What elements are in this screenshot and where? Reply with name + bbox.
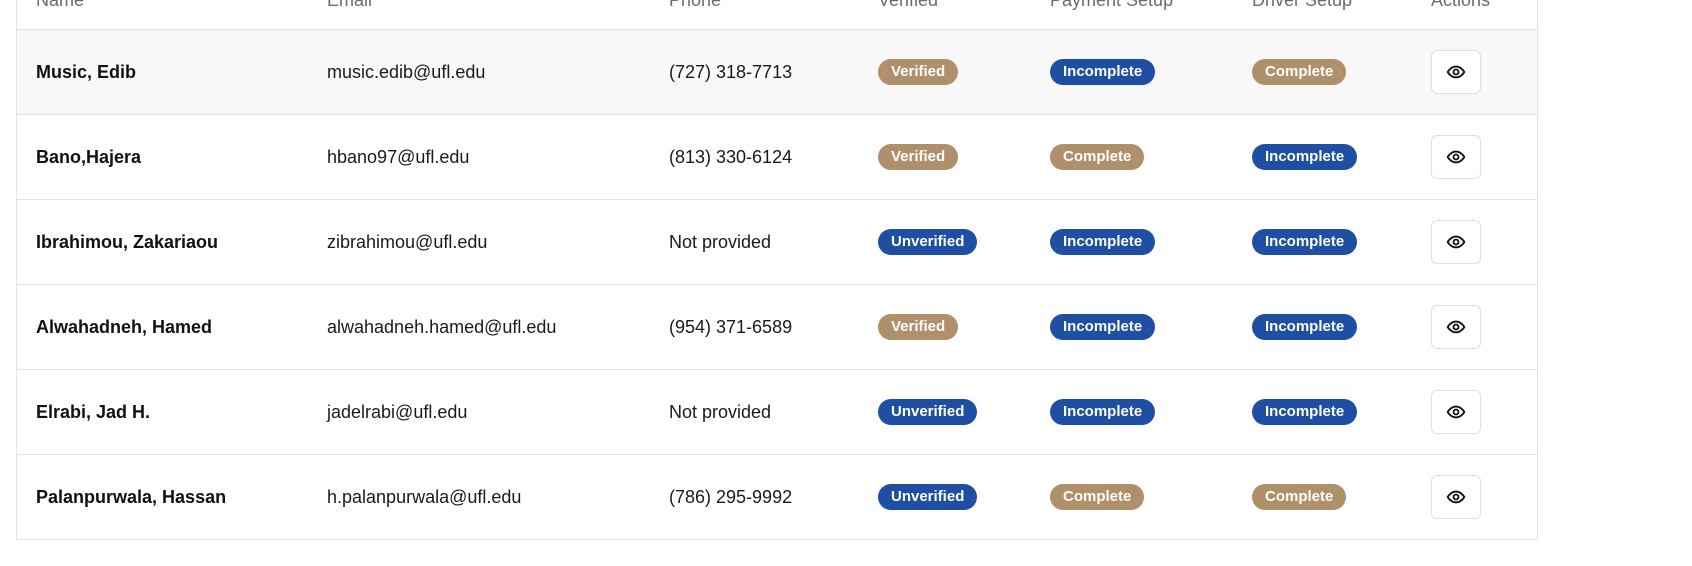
header-verified[interactable]: Verified bbox=[878, 0, 938, 11]
verified-status-badge: Unverified bbox=[878, 229, 978, 255]
view-button[interactable] bbox=[1431, 475, 1481, 519]
users-table: Name Email Phone Verified Payment Setup … bbox=[16, 0, 1538, 540]
payment-setup-status-badge: Incomplete bbox=[1050, 314, 1156, 340]
driver-setup-status-badge: Incomplete bbox=[1252, 314, 1358, 340]
view-button[interactable] bbox=[1431, 390, 1481, 434]
verified-status-badge: Verified bbox=[878, 144, 959, 170]
row-phone: (954) 371-6589 bbox=[669, 316, 793, 337]
driver-setup-status-badge: Complete bbox=[1252, 484, 1347, 510]
row-phone: (786) 295-9992 bbox=[669, 486, 793, 507]
row-email: h.palanpurwala@ufl.edu bbox=[327, 486, 522, 507]
driver-setup-status-cell: Incomplete bbox=[1252, 314, 1358, 340]
row-email: jadelrabi@ufl.edu bbox=[327, 401, 468, 422]
row-phone: Not provided bbox=[669, 231, 772, 252]
payment-setup-status-cell: Incomplete bbox=[1050, 59, 1156, 85]
row-name: Palanpurwala, Hassan bbox=[36, 486, 227, 507]
eye-icon bbox=[1446, 487, 1466, 507]
row-name: Bano,Hajera bbox=[36, 146, 142, 167]
actions-cell bbox=[1431, 135, 1481, 179]
verified-status-cell: Unverified bbox=[878, 399, 978, 425]
header-phone[interactable]: Phone bbox=[669, 0, 721, 11]
verified-status-badge: Verified bbox=[878, 59, 959, 85]
table-row[interactable]: Alwahadneh, Hamed alwahadneh.hamed@ufl.ed… bbox=[17, 285, 1537, 370]
table-row[interactable]: Bano,Hajera hbano97@ufl.edu (813) 330-6124… bbox=[17, 115, 1537, 200]
driver-setup-status-cell: Incomplete bbox=[1252, 229, 1358, 255]
actions-cell bbox=[1431, 220, 1481, 264]
actions-cell bbox=[1431, 50, 1481, 94]
row-name: Elrabi, Jad H. bbox=[36, 401, 151, 422]
view-button[interactable] bbox=[1431, 305, 1481, 349]
driver-setup-status-badge: Complete bbox=[1252, 59, 1347, 85]
row-name: Alwahadneh, Hamed bbox=[36, 316, 213, 337]
payment-setup-status-badge: Incomplete bbox=[1050, 229, 1156, 255]
table-header: Name Email Phone Verified Payment Setup … bbox=[17, 0, 1537, 30]
row-email: music.edib@ufl.edu bbox=[327, 61, 486, 82]
view-button[interactable] bbox=[1431, 135, 1481, 179]
table-row[interactable]: Music, Edib music.edib@ufl.edu (727) 318-7… bbox=[17, 30, 1537, 115]
header-payment-setup[interactable]: Payment Setup bbox=[1050, 0, 1173, 11]
payment-setup-status-cell: Complete bbox=[1050, 144, 1145, 170]
payment-setup-status-cell: Incomplete bbox=[1050, 399, 1156, 425]
driver-setup-status-cell: Incomplete bbox=[1252, 399, 1358, 425]
payment-setup-status-cell: Incomplete bbox=[1050, 314, 1156, 340]
verified-status-badge: Unverified bbox=[878, 484, 978, 510]
view-button[interactable] bbox=[1431, 50, 1481, 94]
header-email[interactable]: Email bbox=[327, 0, 372, 11]
driver-setup-status-cell: Complete bbox=[1252, 59, 1347, 85]
header-actions: Actions bbox=[1431, 0, 1490, 11]
verified-status-cell: Unverified bbox=[878, 484, 978, 510]
row-name: Music, Edib bbox=[36, 61, 137, 82]
actions-cell bbox=[1431, 475, 1481, 519]
verified-status-badge: Verified bbox=[878, 314, 959, 340]
payment-setup-status-badge: Incomplete bbox=[1050, 59, 1156, 85]
actions-cell bbox=[1431, 390, 1481, 434]
eye-icon bbox=[1446, 147, 1466, 167]
driver-setup-status-badge: Incomplete bbox=[1252, 399, 1358, 425]
row-phone: (727) 318-7713 bbox=[669, 61, 793, 82]
table-body: Music, Edib music.edib@ufl.edu (727) 318-7… bbox=[17, 30, 1537, 540]
header-driver-setup[interactable]: Driver Setup bbox=[1252, 0, 1352, 11]
verified-status-cell: Verified bbox=[878, 314, 959, 340]
driver-setup-status-cell: Incomplete bbox=[1252, 144, 1358, 170]
verified-status-cell: Verified bbox=[878, 144, 959, 170]
verified-status-cell: Verified bbox=[878, 59, 959, 85]
row-email: hbano97@ufl.edu bbox=[327, 146, 470, 167]
actions-cell bbox=[1431, 305, 1481, 349]
table-row[interactable]: Elrabi, Jad H. jadelrabi@ufl.edu Not provi… bbox=[17, 370, 1537, 455]
eye-icon bbox=[1446, 402, 1466, 422]
view-button[interactable] bbox=[1431, 220, 1481, 264]
payment-setup-status-cell: Incomplete bbox=[1050, 229, 1156, 255]
page: Name Email Phone Verified Payment Setup … bbox=[0, 0, 1692, 566]
payment-setup-status-badge: Incomplete bbox=[1050, 399, 1156, 425]
verified-status-cell: Unverified bbox=[878, 229, 978, 255]
row-name: Ibrahimou, Zakariaou bbox=[36, 231, 219, 252]
row-phone: (813) 330-6124 bbox=[669, 146, 793, 167]
driver-setup-status-badge: Incomplete bbox=[1252, 144, 1358, 170]
payment-setup-status-badge: Complete bbox=[1050, 484, 1145, 510]
table-row[interactable]: Palanpurwala, Hassan h.palanpurwala@ufl.e… bbox=[17, 455, 1537, 540]
row-phone: Not provided bbox=[669, 401, 772, 422]
eye-icon bbox=[1446, 232, 1466, 252]
eye-icon bbox=[1446, 317, 1466, 337]
verified-status-badge: Unverified bbox=[878, 399, 978, 425]
eye-icon bbox=[1446, 62, 1466, 82]
driver-setup-status-badge: Incomplete bbox=[1252, 229, 1358, 255]
row-email: zibrahimou@ufl.edu bbox=[327, 231, 488, 252]
row-email: alwahadneh.hamed@ufl.edu bbox=[327, 316, 557, 337]
payment-setup-status-badge: Complete bbox=[1050, 144, 1145, 170]
header-name[interactable]: Name bbox=[36, 0, 84, 11]
table-row[interactable]: Ibrahimou, Zakariaou zibrahimou@ufl.edu No… bbox=[17, 200, 1537, 285]
payment-setup-status-cell: Complete bbox=[1050, 484, 1145, 510]
driver-setup-status-cell: Complete bbox=[1252, 484, 1347, 510]
